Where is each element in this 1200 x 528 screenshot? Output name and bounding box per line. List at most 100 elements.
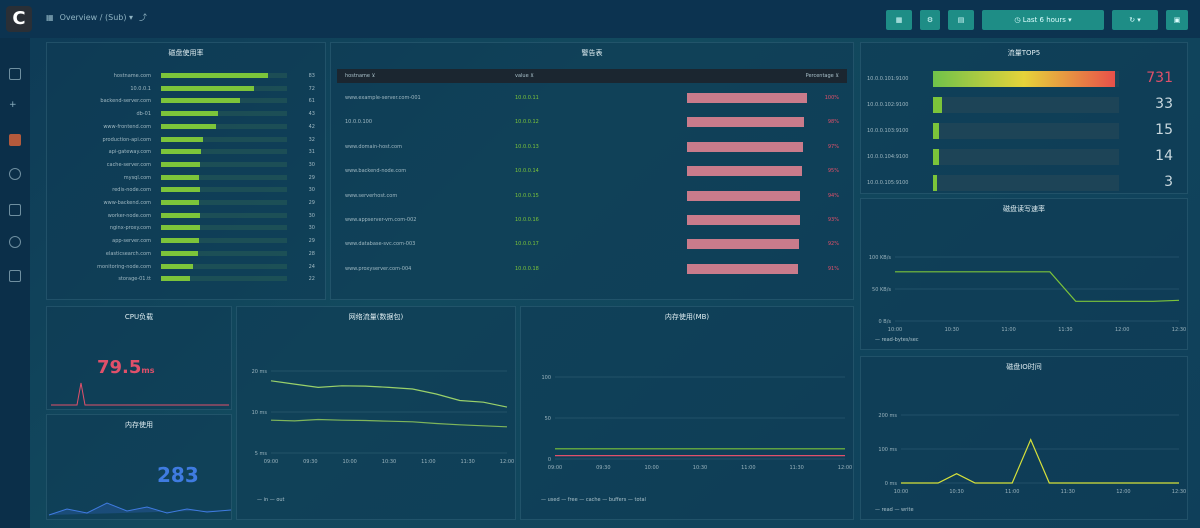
refresh-button[interactable]: ↻ ▾ — [1112, 10, 1158, 30]
bar-gauge-row: production-api.com 32 — [47, 136, 325, 147]
disk-rw-panel: 磁盘读写速率 100 KB/s 50 KB/s 0 B/s 10:00 10:30 11:… — [860, 198, 1188, 350]
bar-gauge-row: redis-node.com 30 — [47, 187, 325, 197]
x-tick-label: 11:30 — [460, 459, 474, 465]
memory-usage-panel: 内存使用 283 — [46, 414, 232, 520]
table-row[interactable]: www.database-svc.com-003 10.0.0.17 92% — [337, 235, 847, 255]
bar-label: hostname.com — [113, 73, 151, 79]
bar-fill — [161, 85, 255, 91]
top-bar: C ▦ Overview / (Sub) ▾ ⤴ ▦ ⚙ ▤ ◷ Last 6 … — [0, 0, 1200, 38]
plus-icon[interactable]: + — [9, 100, 21, 112]
chart-legend[interactable]: — read-bytes/sec — [875, 337, 919, 343]
x-tick-label: 10:00 — [888, 327, 902, 333]
panel-title: 流量TOP5 — [1007, 49, 1041, 57]
cell-percentage: 95% — [827, 168, 839, 175]
bar-gauge-row: hostname.com 83 — [47, 73, 325, 83]
breadcrumb[interactable]: ▦ Overview / (Sub) ▾ ⤴ — [46, 12, 147, 23]
explore-icon[interactable] — [9, 168, 21, 180]
alerting-icon[interactable] — [9, 204, 21, 216]
bar-gauge-row: www-backend.com 29 — [47, 200, 325, 210]
alerts-table-panel: 警告表 hostname ⊻ value ⊻ Percentage ⊻ www.… — [330, 42, 854, 300]
table-row[interactable]: 10.0.0.100 10.0.0.12 98% — [337, 113, 847, 133]
table-row[interactable]: www.domain-host.com 10.0.0.13 97% — [337, 138, 847, 158]
bar-value: 29 — [308, 238, 315, 245]
table-row[interactable]: www.serverhost.com 10.0.0.15 94% — [337, 187, 847, 207]
cell-hostname: www.domain-host.com — [345, 143, 402, 150]
x-tick-label: 10:00 — [644, 465, 658, 471]
memory-sparkline — [48, 502, 232, 516]
time-range-picker[interactable]: ◷ Last 6 hours ▾ — [982, 10, 1104, 30]
bar-gauge-row: monitoring-node.com 24 — [47, 263, 325, 274]
x-tick-label: 10:00 — [342, 459, 356, 465]
view-mode-button[interactable]: ▤ — [948, 10, 974, 30]
column-header-percentage[interactable]: Percentage ⊻ — [806, 73, 839, 79]
series-line[interactable] — [895, 271, 1180, 302]
table-row[interactable]: www.appserver-vm.com-002 10.0.0.16 93% — [337, 211, 847, 231]
gauge-fill — [933, 175, 937, 191]
y-tick-label: 10 ms — [252, 410, 268, 416]
bar-fill — [161, 200, 199, 205]
add-panel-button[interactable]: ▦ — [886, 10, 912, 30]
bar-label: backend-server.com — [100, 98, 151, 105]
x-tick-label: 12:00 — [838, 465, 852, 471]
chart-legend[interactable]: — used — free — cache — buffers — total — [541, 497, 646, 503]
gauge-fill — [933, 149, 939, 165]
chart-legend[interactable]: — read — write — [875, 507, 914, 513]
cell-value: 10.0.0.17 — [515, 241, 539, 248]
bar-label: mysql.com — [123, 174, 151, 181]
cell-percentage: 100% — [824, 95, 839, 101]
bar-gauge-row: storage-01.tt 22 — [47, 276, 325, 286]
percentage-bar — [687, 190, 801, 201]
bar-value: 28 — [308, 250, 315, 257]
cell-percentage: 92% — [827, 241, 839, 248]
dashboards-icon[interactable] — [9, 134, 21, 146]
bar-value: 30 — [308, 187, 315, 194]
cell-percentage: 91% — [827, 265, 839, 272]
bar-fill — [161, 238, 199, 244]
cpu-load-panel: CPU负载 79.5ms — [46, 306, 232, 410]
bar-gauge-row: db-01 43 — [47, 111, 325, 121]
share-icon[interactable]: ⤴ — [139, 12, 147, 23]
x-tick-label: 11:30 — [1058, 327, 1072, 333]
series-line[interactable] — [270, 418, 508, 428]
dashboard-title[interactable]: Overview / (Sub) ▾ — [60, 13, 133, 22]
cell-value: 10.0.0.18 — [515, 265, 539, 272]
x-tick-label: 12:30 — [1172, 327, 1186, 333]
cell-value: 10.0.0.12 — [515, 119, 539, 126]
x-tick-label: 12:00 — [1115, 327, 1129, 333]
column-header-value[interactable]: value ⊻ — [515, 73, 534, 79]
bar-fill — [161, 73, 269, 78]
series-line[interactable] — [901, 438, 1179, 484]
bar-value: 30 — [308, 212, 315, 219]
y-tick-label: 5 ms — [255, 451, 268, 457]
column-header-hostname[interactable]: hostname ⊻ — [345, 73, 375, 79]
table-row[interactable]: www.backend-node.com 10.0.0.14 95% — [337, 162, 847, 182]
table-row[interactable]: www.example-server.com-001 10.0.0.11 100% — [337, 89, 847, 109]
chart-legend[interactable]: — in — out — [257, 497, 285, 503]
gauge-track — [933, 149, 1119, 165]
disk-usage-panel: 磁盘使用率 hostname.com 83 10.0.0.1 72 backend-se… — [46, 42, 326, 300]
shield-icon[interactable] — [9, 270, 21, 282]
cell-hostname: 10.0.0.100 — [345, 119, 373, 126]
y-tick-label: 0 — [548, 457, 551, 463]
x-tick-label: 11:00 — [1005, 489, 1019, 495]
logo[interactable]: C — [6, 6, 32, 32]
bar-value: 32 — [308, 136, 315, 143]
settings-button[interactable]: ⚙ — [920, 10, 940, 30]
home-icon[interactable] — [9, 68, 21, 80]
bar-gauge-row: 10.0.0.1 72 — [47, 85, 325, 96]
gauge-value: 33 — [1155, 96, 1173, 112]
table-row[interactable]: www.proxyserver.com-004 10.0.0.18 91% — [337, 260, 847, 280]
cell-hostname: www.database-svc.com-003 — [345, 241, 416, 248]
cpu-sparkline — [51, 382, 229, 406]
bar-fill — [161, 250, 198, 256]
gauge-value: 14 — [1155, 148, 1173, 164]
x-tick-label: 10:30 — [945, 327, 959, 333]
cell-hostname: www.serverhost.com — [345, 192, 398, 199]
bar-value: 61 — [308, 98, 315, 105]
tv-mode-button[interactable]: ▣ — [1166, 10, 1188, 30]
line-chart: 20 ms 10 ms 5 ms 09:00 09:30 10:00 10:30 11:00 1… — [252, 369, 515, 465]
dashboard-grid-icon: ▦ — [46, 13, 54, 22]
config-gear-icon[interactable] — [9, 236, 21, 248]
bar-fill — [161, 149, 202, 155]
series-line[interactable] — [270, 380, 508, 408]
